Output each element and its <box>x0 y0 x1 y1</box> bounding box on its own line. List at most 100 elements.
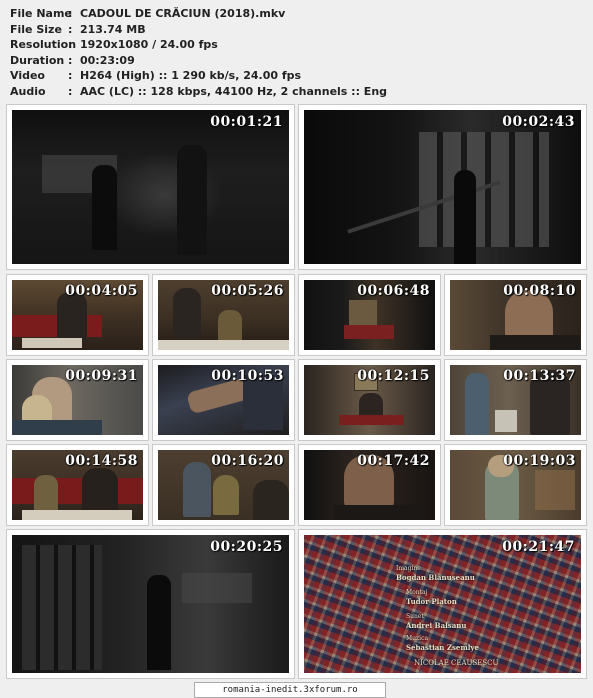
thumbnail-7[interactable]: 00:09:31 <box>6 359 149 441</box>
frame-image: 00:20:25 <box>12 535 289 673</box>
timestamp: 00:02:43 <box>502 114 575 130</box>
separator: : <box>68 53 73 67</box>
sofa-shape <box>12 478 143 504</box>
credit-name: Bogdan Blanuseanu <box>396 573 475 582</box>
child-shape <box>213 475 239 515</box>
timestamp: 00:21:47 <box>502 539 575 555</box>
resolution-label: Resolution <box>10 38 77 51</box>
thumbnail-12[interactable]: 00:16:20 <box>152 444 295 526</box>
table-shape <box>344 325 394 339</box>
credit-name: Tudor Platon <box>406 597 457 606</box>
frame-image: 00:19:03 <box>450 450 581 520</box>
timestamp: 00:13:37 <box>503 368 576 384</box>
frame-image: 00:12:15 <box>304 365 435 435</box>
timestamp: 00:14:58 <box>65 453 138 469</box>
timestamp: 00:20:25 <box>210 539 283 555</box>
frame-image: 00:16:20 <box>158 450 289 520</box>
figure-silhouette <box>147 575 171 670</box>
timestamp: 00:10:53 <box>211 368 284 384</box>
frame-image: Imagine Bogdan Blanuseanu Montaj Tudor P… <box>304 535 581 673</box>
timestamp: 00:04:05 <box>65 283 138 299</box>
frame-image: 00:04:05 <box>12 280 143 350</box>
thumbnail-3[interactable]: 00:04:05 <box>6 274 149 356</box>
thumbnail-13[interactable]: 00:17:42 <box>298 444 441 526</box>
thumbnail-9[interactable]: 00:12:15 <box>298 359 441 441</box>
frame-image: 00:09:31 <box>12 365 143 435</box>
timestamp: 00:16:20 <box>211 453 284 469</box>
table-shape <box>339 415 404 425</box>
child-shape <box>183 462 211 517</box>
timestamp: 00:19:03 <box>503 453 576 469</box>
thumbnail-8[interactable]: 00:10:53 <box>152 359 295 441</box>
info-row-video: Video: H264 (High) :: 1 290 kb/s, 24.00 f… <box>10 68 387 84</box>
table-shape <box>158 340 289 350</box>
frame-image: 00:01:21 <box>12 110 289 264</box>
credit-role: Imagine <box>396 565 421 572</box>
video-label: Video <box>10 69 45 82</box>
credit-name: Sebastian Zsemlye <box>406 643 479 652</box>
man-shape <box>82 468 118 514</box>
thumbnail-1[interactable]: 00:01:21 <box>6 104 295 270</box>
timestamp: 00:12:15 <box>357 368 430 384</box>
resolution-value: 1920x1080 / 24.00 fps <box>80 38 218 51</box>
separator: : <box>68 69 73 82</box>
thumbnail-16[interactable]: Imagine Bogdan Blanuseanu Montaj Tudor P… <box>298 529 587 679</box>
separator: : <box>68 22 73 36</box>
thumbnail-2[interactable]: 00:02:43 <box>298 104 587 270</box>
figure-silhouette <box>177 145 207 255</box>
audio-label: Audio <box>10 84 46 98</box>
thumbnail-11[interactable]: 00:14:58 <box>6 444 149 526</box>
figure-silhouette <box>454 170 476 264</box>
shoulder-shape <box>334 505 424 520</box>
credit-role: Muzica <box>406 635 429 642</box>
frame-image: 00:10:53 <box>158 365 289 435</box>
timestamp: 00:08:10 <box>503 283 576 299</box>
credit-role: Sunet <box>406 613 424 620</box>
credit-name: NICOLAE CEAUSESCU <box>414 659 499 667</box>
timestamp: 00:06:48 <box>357 283 430 299</box>
file-size-label: File Size <box>10 22 62 36</box>
frame-image: 00:17:42 <box>304 450 435 520</box>
duration-label: Duration <box>10 53 65 67</box>
man-shape <box>253 480 289 520</box>
table-shape <box>22 338 82 348</box>
separator: : <box>68 7 73 20</box>
frame-image: 00:14:58 <box>12 450 143 520</box>
media-info-panel: File Name: CADOUL DE CRĂCIUN (2018).mkv F… <box>10 6 387 99</box>
info-row-resolution: Resolution: 1920x1080 / 24.00 fps <box>10 37 387 53</box>
frame-image: 00:13:37 <box>450 365 581 435</box>
thumbnail-10[interactable]: 00:13:37 <box>444 359 587 441</box>
info-row-file-name: File Name: CADOUL DE CRĂCIUN (2018).mkv <box>10 6 387 22</box>
timestamp: 00:09:31 <box>65 368 138 384</box>
info-row-duration: Duration:00:23:09 <box>10 53 387 69</box>
timestamp: 00:17:42 <box>357 453 430 469</box>
cabinet-shape <box>535 470 575 510</box>
website-watermark: romania-inedit.3xforum.ro <box>194 682 386 698</box>
thumbnail-5[interactable]: 00:06:48 <box>298 274 441 356</box>
shoulder-shape <box>12 420 102 435</box>
thumbnail-14[interactable]: 00:19:03 <box>444 444 587 526</box>
frame-image: 00:02:43 <box>304 110 581 264</box>
file-name-value: CADOUL DE CRĂCIUN (2018).mkv <box>80 7 286 20</box>
separator: : <box>68 38 73 51</box>
boy-shape <box>34 475 58 515</box>
timestamp: 00:05:26 <box>211 283 284 299</box>
info-row-audio: Audio: AAC (LC) :: 128 kbps, 44100 Hz, 2 … <box>10 84 387 100</box>
figure-silhouette <box>92 165 117 250</box>
audio-value: AAC (LC) :: 128 kbps, 44100 Hz, 2 channe… <box>80 84 388 98</box>
file-name-label: File Name <box>10 7 72 20</box>
frame-image: 00:06:48 <box>304 280 435 350</box>
window-shape <box>182 573 252 603</box>
frame-image: 00:05:26 <box>158 280 289 350</box>
person-shape <box>218 310 242 342</box>
frame-image: 00:08:10 <box>450 280 581 350</box>
person-shape <box>57 292 87 342</box>
thumbnail-4[interactable]: 00:05:26 <box>152 274 295 356</box>
credit-name: Andrei Balsanu <box>406 621 467 630</box>
lamp-glow <box>349 300 377 328</box>
thumbnail-6[interactable]: 00:08:10 <box>444 274 587 356</box>
thumbnail-15[interactable]: 00:20:25 <box>6 529 295 679</box>
credit-role: Montaj <box>406 589 428 596</box>
duration-value: 00:23:09 <box>80 53 135 67</box>
person-shape <box>173 288 201 338</box>
